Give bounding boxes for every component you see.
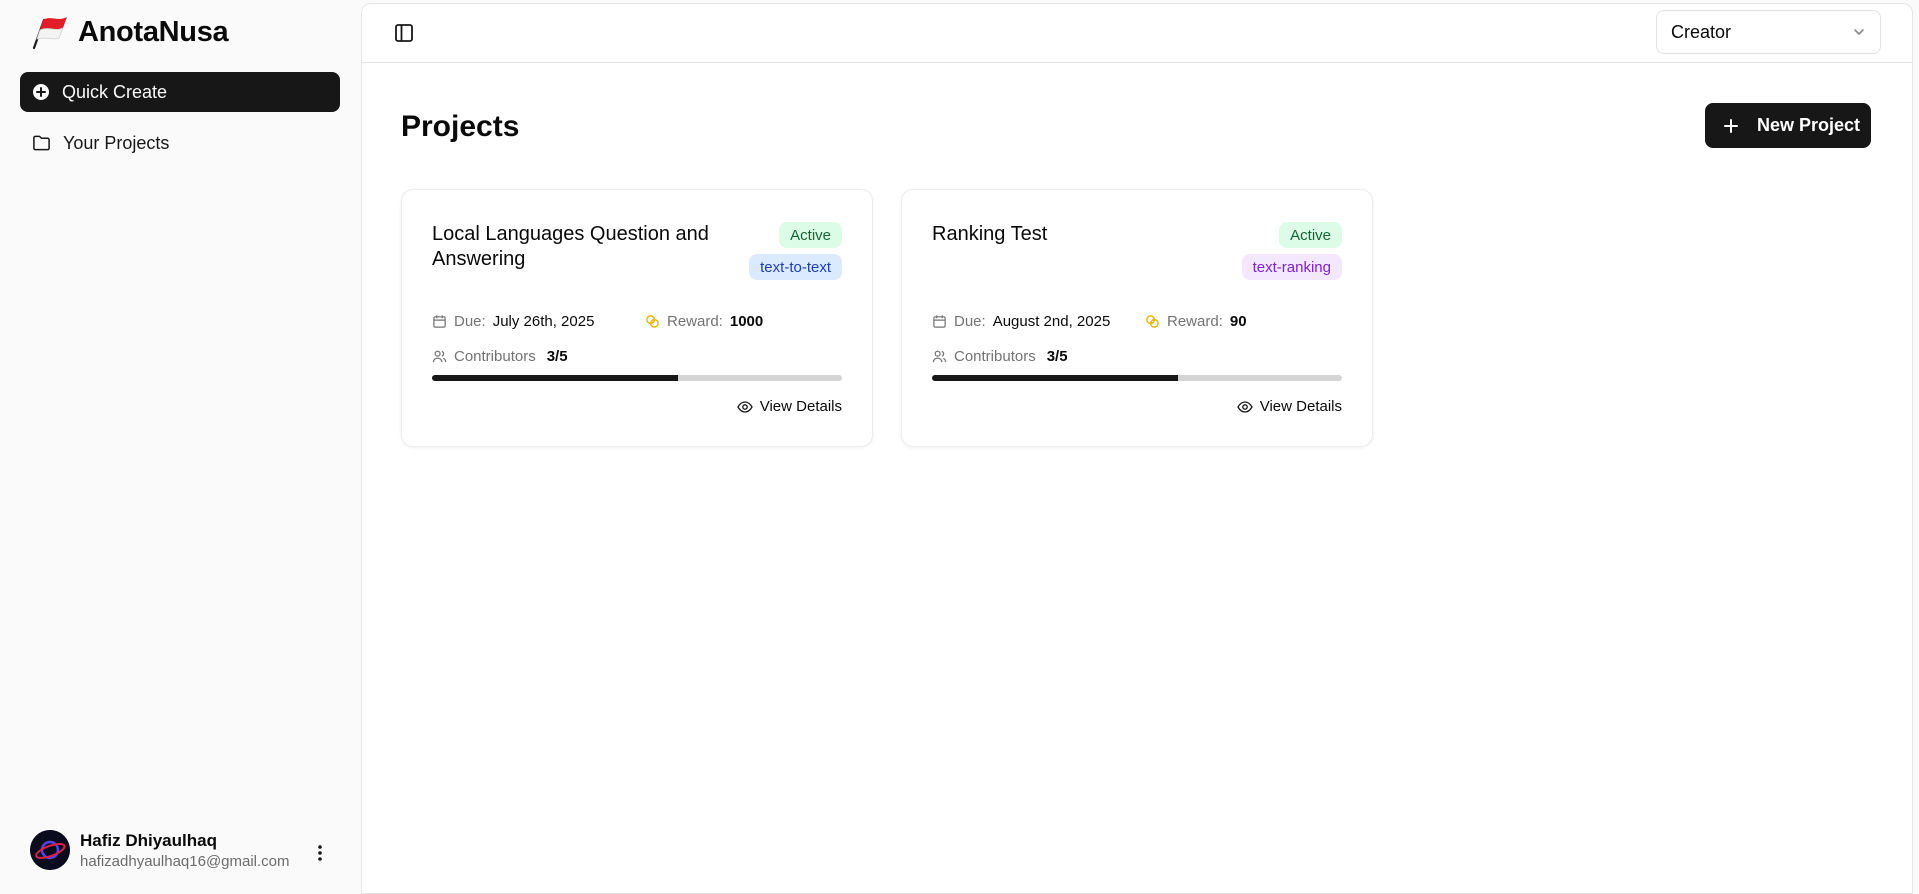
type-badge: text-to-text — [749, 254, 842, 280]
plus-icon — [1724, 118, 1738, 133]
sidebar-item-your-projects[interactable]: Your Projects — [20, 123, 340, 163]
badge-group: Active text-to-text — [749, 222, 842, 280]
view-details-label: View Details — [1259, 398, 1342, 415]
eye-icon — [736, 400, 753, 413]
progress-fill — [932, 375, 1178, 381]
contributors: Contributors 3/5 — [432, 348, 568, 365]
user-profile[interactable]: Hafiz Dhiyaulhaq hafizadhyaulhaq16@gmail… — [30, 830, 290, 870]
plus-circle-icon — [33, 84, 49, 100]
folder-icon — [33, 135, 50, 151]
project-card[interactable]: Ranking Test Active text-ranking Due: Au… — [901, 189, 1373, 447]
topbar: Creator — [362, 4, 1912, 63]
view-details-link[interactable]: View Details — [736, 398, 842, 415]
brand[interactable]: AnotaNusa — [30, 14, 229, 50]
reward: Reward: 90 — [1145, 313, 1247, 330]
status-badge: Active — [779, 222, 842, 248]
avatar — [30, 830, 70, 870]
more-vertical-icon[interactable] — [310, 843, 330, 863]
reward: Reward: 1000 — [645, 313, 763, 330]
user-email: hafizadhyaulhaq16@gmail.com — [80, 852, 290, 870]
progress-fill — [432, 375, 678, 381]
reward-value: 1000 — [729, 313, 764, 330]
reward-label: Reward: — [667, 313, 723, 330]
app-name: AnotaNusa — [78, 15, 229, 48]
contributors-label: Contributors — [954, 348, 1036, 365]
project-title: Ranking Test — [932, 223, 1048, 245]
coins-icon — [1146, 315, 1159, 328]
view-details-link[interactable]: View Details — [1236, 398, 1342, 415]
status-badge: Active — [1279, 222, 1342, 248]
main-content: Creator Projects New Project Local Langu… — [361, 3, 1913, 894]
eye-icon — [1236, 400, 1253, 413]
project-card[interactable]: Local Languages Question and Answering A… — [401, 189, 873, 447]
calendar-icon — [933, 315, 946, 328]
users-icon — [932, 350, 947, 363]
reward-label: Reward: — [1167, 313, 1223, 330]
sidebar: AnotaNusa Quick Create Your Projects Haf… — [0, 0, 359, 894]
due-value: August 2nd, 2025 — [992, 313, 1111, 330]
sidebar-item-label: Quick Create — [62, 81, 168, 102]
new-project-button[interactable]: New Project — [1705, 103, 1871, 148]
new-project-label: New Project — [1757, 115, 1861, 135]
badge-group: Active text-ranking — [1241, 222, 1342, 280]
chevron-down-icon — [1854, 29, 1864, 35]
contributors: Contributors 3/5 — [932, 348, 1068, 365]
due-label: Due: — [954, 313, 986, 330]
view-details-label: View Details — [759, 398, 842, 415]
contributors-value: 3/5 — [546, 348, 568, 365]
due-value: July 26th, 2025 — [492, 313, 595, 330]
progress-bar — [432, 375, 842, 381]
contributors-label: Contributors — [454, 348, 536, 365]
contributors-value: 3/5 — [1046, 348, 1068, 365]
role-select[interactable]: Creator — [1656, 10, 1881, 54]
project-title: Local Languages Question and Answering — [432, 223, 709, 270]
user-name: Hafiz Dhiyaulhaq — [80, 830, 217, 850]
flag-logo-icon — [32, 17, 67, 50]
calendar-icon — [433, 315, 446, 328]
role-select-value: Creator — [1671, 21, 1732, 42]
due-label: Due: — [454, 313, 486, 330]
type-badge: text-ranking — [1241, 254, 1342, 280]
coins-icon — [646, 315, 659, 328]
due-date: Due: July 26th, 2025 — [432, 313, 594, 330]
progress-bar — [932, 375, 1342, 381]
users-icon — [432, 350, 447, 363]
sidebar-item-label: Your Projects — [63, 132, 170, 153]
page-title: Projects — [401, 110, 520, 143]
sidebar-toggle-icon[interactable] — [392, 21, 416, 45]
sidebar-item-quick-create[interactable]: Quick Create — [20, 72, 340, 112]
reward-value: 90 — [1229, 313, 1247, 330]
due-date: Due: August 2nd, 2025 — [932, 313, 1110, 330]
